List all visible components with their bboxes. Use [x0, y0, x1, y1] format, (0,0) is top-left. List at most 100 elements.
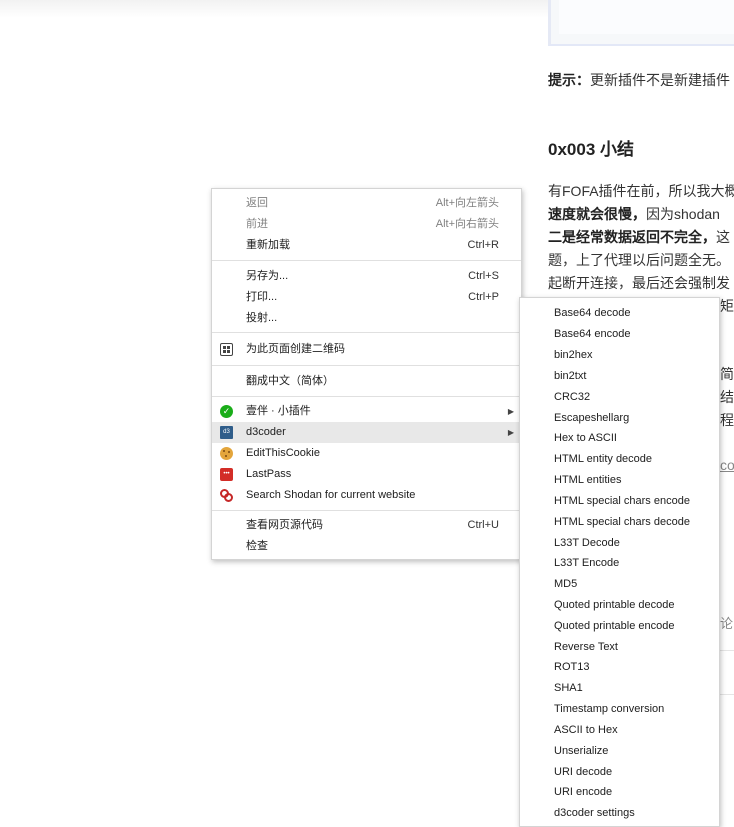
submenu-item-html-entities[interactable]: HTML entities	[520, 470, 719, 491]
qr-code-icon	[220, 343, 233, 356]
menu-item-save-as[interactable]: 另存为... Ctrl+S	[212, 266, 521, 287]
menu-item-lastpass[interactable]: ••• LastPass	[212, 464, 521, 485]
submenu-item-l33t-decode[interactable]: L33T Decode	[520, 533, 719, 554]
submenu-item-bin2hex[interactable]: bin2hex	[520, 345, 719, 366]
submenu-item-label: HTML special chars encode	[554, 495, 690, 507]
submenu-item-base64-encode[interactable]: Base64 encode	[520, 324, 719, 345]
menu-item-label: 投射...	[246, 312, 278, 324]
paragraph-line: 有FOFA插件在前，所以我大概	[548, 183, 734, 199]
submenu-item-l33t-encode[interactable]: L33T Encode	[520, 553, 719, 574]
menu-item-label: Search Shodan for current website	[246, 489, 416, 501]
submenu-item-label: ASCII to Hex	[554, 724, 618, 736]
menu-separator	[212, 510, 521, 511]
menu-item-d3coder[interactable]: d3 d3coder ▶	[212, 422, 521, 443]
menu-item-shortcut: Ctrl+P	[468, 291, 499, 303]
submenu-item-label: Escapeshellarg	[554, 412, 630, 424]
menu-item-shortcut: Ctrl+R	[467, 239, 499, 251]
submenu-item-rot13[interactable]: ROT13	[520, 657, 719, 678]
menu-item-label: 翻成中文（简体）	[246, 375, 334, 387]
submenu-item-uri-encode[interactable]: URI encode	[520, 782, 719, 803]
submenu-item-label: Quoted printable decode	[554, 599, 675, 611]
menu-item-print[interactable]: 打印... Ctrl+P	[212, 287, 521, 308]
submenu-item-ascii-to-hex[interactable]: ASCII to Hex	[520, 720, 719, 741]
submenu-item-timestamp-conversion[interactable]: Timestamp conversion	[520, 699, 719, 720]
menu-item-translate[interactable]: 翻成中文（简体）	[212, 371, 521, 392]
submenu-item-escapeshellarg[interactable]: Escapeshellarg	[520, 408, 719, 429]
paragraph-fragment: 矩	[720, 298, 734, 314]
menu-item-label: 另存为...	[246, 270, 289, 282]
submenu-item-label: d3coder settings	[554, 807, 635, 819]
submenu-arrow-icon: ▶	[507, 428, 514, 437]
menu-item-label: 壹伴 · 小插件	[246, 405, 311, 417]
submenu-item-crc32[interactable]: CRC32	[520, 387, 719, 408]
menu-item-yiban[interactable]: ✓ 壹伴 · 小插件 ▶	[212, 401, 521, 422]
submenu-item-label: Base64 decode	[554, 307, 631, 319]
submenu-item-quoted-printable-encode[interactable]: Quoted printable encode	[520, 616, 719, 637]
submenu-item-label: L33T Decode	[554, 537, 620, 549]
submenu-item-label: HTML special chars decode	[554, 516, 690, 528]
menu-item-inspect[interactable]: 检查	[212, 536, 521, 557]
menu-item-search-shodan[interactable]: Search Shodan for current website	[212, 485, 521, 506]
submenu-item-label: Base64 encode	[554, 328, 631, 340]
menu-item-view-source[interactable]: 查看网页源代码 Ctrl+U	[212, 515, 521, 536]
menu-item-back[interactable]: 返回 Alt+向左箭头	[212, 193, 521, 214]
submenu-item-uri-decode[interactable]: URI decode	[520, 762, 719, 783]
submenu-item-label: SHA1	[554, 682, 583, 694]
submenu-item-label: HTML entities	[554, 474, 622, 486]
menu-item-shortcut: Ctrl+S	[468, 270, 499, 282]
link-fragment[interactable]: co	[720, 455, 734, 475]
menu-item-label: d3coder	[246, 426, 286, 438]
submenu-item-bin2txt[interactable]: bin2txt	[520, 366, 719, 387]
menu-item-reload[interactable]: 重新加载 Ctrl+R	[212, 235, 521, 256]
submenu-item-d3coder-settings[interactable]: d3coder settings	[520, 803, 719, 824]
d3coder-icon: d3	[220, 426, 233, 439]
menu-separator	[212, 396, 521, 397]
submenu-item-html-special-chars-decode[interactable]: HTML special chars decode	[520, 512, 719, 533]
menu-item-label: 前进	[246, 218, 268, 230]
paragraph-line: 题，上了代理以后问题全无。	[548, 252, 730, 268]
submenu-item-label: Timestamp conversion	[554, 703, 665, 715]
menu-item-label: LastPass	[246, 468, 292, 480]
lastpass-icon: •••	[220, 468, 233, 481]
menu-item-create-qr[interactable]: 为此页面创建二维码	[212, 339, 521, 360]
menu-item-editthiscookie[interactable]: EditThisCookie	[212, 443, 521, 464]
menu-item-forward[interactable]: 前进 Alt+向右箭头	[212, 214, 521, 235]
submenu-arrow-icon: ▶	[507, 407, 514, 416]
submenu-item-base64-decode[interactable]: Base64 decode	[520, 303, 719, 324]
menu-item-shortcut: Ctrl+U	[467, 519, 499, 531]
submenu-item-label: bin2txt	[554, 370, 587, 382]
tip-line: 提示：更新插件不是新建插件	[548, 72, 730, 88]
menu-item-label: 查看网页源代码	[246, 519, 323, 531]
submenu-item-label: Quoted printable encode	[554, 620, 675, 632]
menu-item-shortcut: Alt+向右箭头	[435, 218, 499, 230]
submenu-item-reverse-text[interactable]: Reverse Text	[520, 637, 719, 658]
comment-fragment: 论	[720, 616, 734, 631]
submenu-item-label: HTML entity decode	[554, 453, 653, 465]
page-top-shade	[0, 0, 548, 18]
menu-item-shortcut: Alt+向左箭头	[435, 197, 499, 209]
menu-item-cast[interactable]: 投射...	[212, 308, 521, 329]
submenu-item-md5[interactable]: MD5	[520, 574, 719, 595]
section-heading: 0x003 小结	[548, 140, 634, 159]
cookie-icon	[220, 447, 233, 460]
submenu-item-sha1[interactable]: SHA1	[520, 678, 719, 699]
submenu-item-label: Reverse Text	[554, 641, 618, 653]
menu-item-label: 为此页面创建二维码	[246, 343, 345, 355]
submenu-item-unserialize[interactable]: Unserialize	[520, 741, 719, 762]
submenu-item-quoted-printable-decode[interactable]: Quoted printable decode	[520, 595, 719, 616]
shodan-icon	[220, 489, 233, 502]
menu-item-label: 检查	[246, 540, 268, 552]
paragraph-line: 二是经常数据返回不完全，这	[548, 229, 730, 245]
paragraph-fragment: 结合	[720, 389, 734, 405]
submenu-item-hex-to-ascii[interactable]: Hex to ASCII	[520, 428, 719, 449]
paragraph-line: 起断开连接，最后还会强制发	[548, 275, 730, 291]
menu-separator	[212, 260, 521, 261]
submenu-item-label: L33T Encode	[554, 557, 620, 569]
yiban-icon: ✓	[220, 405, 233, 418]
paragraph-fragment: 简	[720, 366, 734, 382]
submenu-item-html-special-chars-encode[interactable]: HTML special chars encode	[520, 491, 719, 512]
menu-separator	[212, 332, 521, 333]
submenu-item-label: URI decode	[554, 766, 613, 778]
context-menu: 返回 Alt+向左箭头 前进 Alt+向右箭头 重新加载 Ctrl+R 另存为.…	[211, 188, 522, 560]
submenu-item-html-entity-decode[interactable]: HTML entity decode	[520, 449, 719, 470]
